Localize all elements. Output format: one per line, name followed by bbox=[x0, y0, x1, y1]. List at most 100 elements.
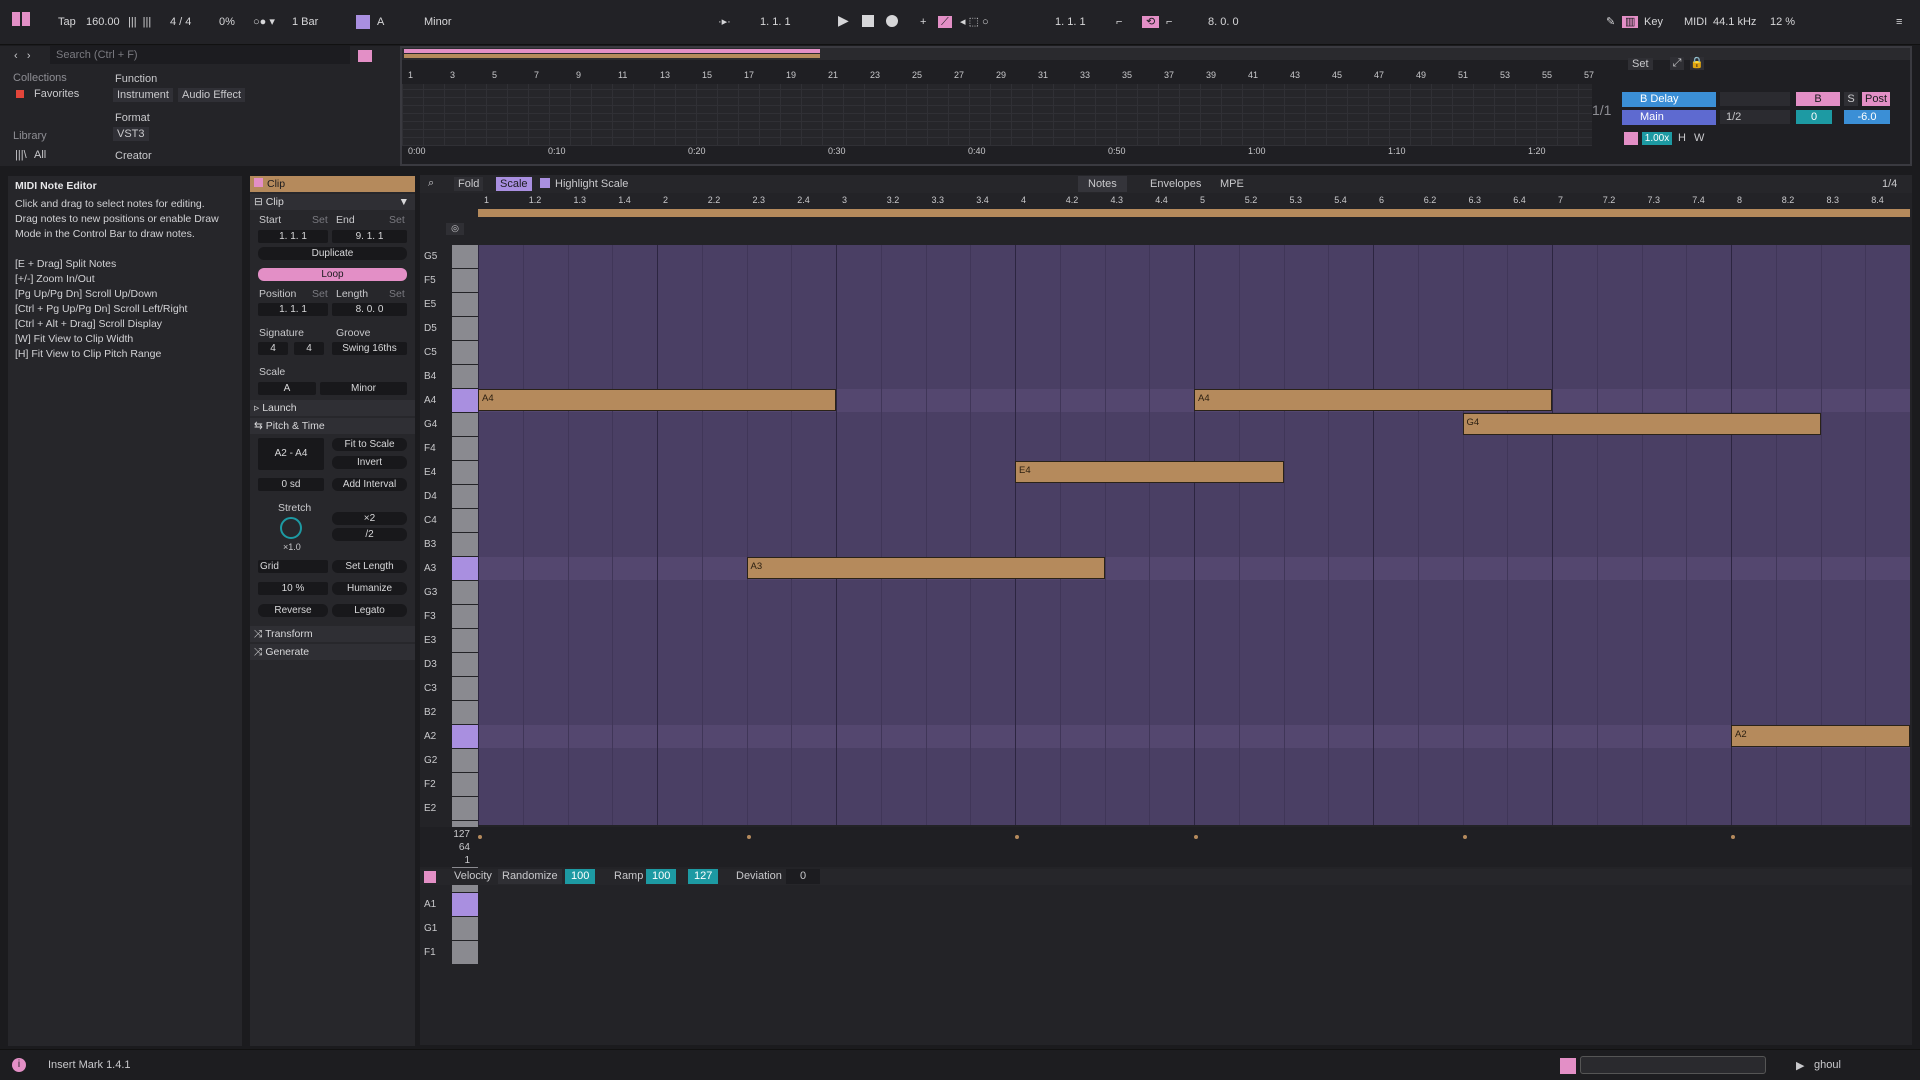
piano-key[interactable] bbox=[452, 437, 478, 460]
loop-start[interactable]: 1. 1. 1 bbox=[1055, 14, 1086, 31]
velocity-mark[interactable] bbox=[1731, 835, 1735, 839]
metronome-icon[interactable]: ||| ||| bbox=[128, 14, 151, 31]
piano-key[interactable] bbox=[452, 293, 478, 316]
velocity-mark[interactable] bbox=[1194, 835, 1198, 839]
play-icon[interactable]: ▶ bbox=[838, 12, 849, 29]
piano-key[interactable] bbox=[452, 917, 478, 940]
midi-note[interactable]: G4 bbox=[1462, 413, 1821, 435]
loop-bar[interactable] bbox=[478, 209, 1910, 217]
track-main-pan[interactable]: -6.0 bbox=[1844, 110, 1890, 124]
song-position[interactable]: 1. 1. 1 bbox=[760, 14, 791, 31]
library-all-item[interactable]: All bbox=[34, 149, 46, 161]
set-length-button[interactable]: Set Length bbox=[332, 560, 407, 573]
reverse-button[interactable]: Reverse bbox=[258, 604, 328, 617]
piano-key[interactable] bbox=[452, 461, 478, 484]
key-map-button[interactable]: Key bbox=[1644, 14, 1663, 31]
piano-key[interactable] bbox=[452, 413, 478, 436]
punch-out-icon[interactable]: ⌐ bbox=[1166, 14, 1172, 31]
punch-icons[interactable]: ◂ ⬚ ○ bbox=[960, 14, 989, 31]
expand-icon[interactable]: ⤢ bbox=[1670, 57, 1684, 70]
groove-select[interactable]: Swing 16ths bbox=[332, 342, 407, 355]
function-filter[interactable]: Function bbox=[115, 73, 157, 85]
creator-filter[interactable]: Creator bbox=[115, 150, 152, 162]
piano-key[interactable] bbox=[452, 605, 478, 628]
piano-key[interactable] bbox=[452, 701, 478, 724]
note-grid[interactable]: A4 A4 G4 E4 A3 A2 bbox=[478, 245, 1910, 825]
search-icon[interactable]: ⌕ bbox=[428, 177, 434, 190]
swing-field[interactable]: 0% bbox=[219, 14, 235, 31]
zoom-field[interactable]: 1.00x bbox=[1642, 132, 1672, 145]
piano-key[interactable] bbox=[452, 773, 478, 796]
instrument-tag[interactable]: Instrument bbox=[113, 88, 173, 102]
humanize-amount[interactable]: 10 % bbox=[258, 582, 328, 595]
end-field[interactable]: 9. 1. 1 bbox=[332, 230, 407, 243]
quantize-select[interactable]: 1 Bar bbox=[292, 14, 318, 31]
info-icon[interactable]: i bbox=[12, 1058, 26, 1072]
piano-key[interactable] bbox=[452, 749, 478, 772]
filter-icon[interactable] bbox=[358, 50, 372, 62]
duplicate-button[interactable]: Duplicate bbox=[258, 247, 407, 260]
track-main-route[interactable]: 1/2 bbox=[1720, 110, 1790, 124]
beat-ruler[interactable]: 1 1.2 1.3 1.4 2 2.2 2.3 2.4 3 3.2 3.3 3.4 4 4.2 4.3 4.4… bbox=[478, 195, 1910, 209]
fold-button[interactable]: Fold bbox=[454, 177, 484, 191]
scale-button[interactable]: Scale bbox=[496, 177, 532, 191]
track-b-route[interactable] bbox=[1720, 92, 1790, 106]
randomize-amount[interactable]: 100 bbox=[565, 869, 596, 884]
key-icon[interactable] bbox=[356, 14, 370, 31]
add-interval-button[interactable]: Add Interval bbox=[332, 478, 407, 491]
midi-note[interactable]: A4 bbox=[1194, 389, 1552, 411]
stop-icon[interactable] bbox=[862, 15, 874, 32]
midi-note[interactable]: E4 bbox=[1015, 461, 1284, 483]
automation-arm-icon[interactable]: ⟋ bbox=[938, 14, 952, 31]
velocity-lane[interactable]: 127 64 1 bbox=[420, 827, 1912, 867]
invert-button[interactable]: Invert bbox=[332, 456, 407, 469]
humanize-button[interactable]: Humanize bbox=[332, 582, 407, 595]
preview-icon[interactable]: ◎ bbox=[446, 223, 464, 235]
tab-envelopes[interactable]: Envelopes bbox=[1140, 176, 1211, 192]
position-set-button[interactable]: Set bbox=[312, 288, 328, 300]
set-button[interactable]: Set bbox=[1628, 58, 1653, 70]
fit-to-scale-button[interactable]: Fit to Scale bbox=[332, 438, 407, 451]
piano-key[interactable] bbox=[452, 557, 478, 580]
velocity-mark[interactable] bbox=[1462, 835, 1467, 839]
punch-in-icon[interactable]: ⌐ bbox=[1116, 14, 1122, 31]
ramp-start[interactable]: 100 bbox=[646, 869, 677, 884]
deviation-field[interactable]: 0 bbox=[786, 869, 821, 884]
status-input[interactable] bbox=[1580, 1056, 1766, 1074]
keyboard-map-icon[interactable]: ▥ bbox=[1622, 14, 1639, 31]
interval-field[interactable]: 0 sd bbox=[258, 478, 324, 491]
track-b-mute[interactable]: B bbox=[1796, 92, 1840, 106]
bar-ruler[interactable]: 1 3 5 7 9 11 13 15 17 19 21 23 25 27 29 31 33 35 37 39 41 43 4… bbox=[402, 70, 1602, 84]
velocity-marks[interactable] bbox=[478, 827, 1910, 867]
track-main-volume[interactable]: 0 bbox=[1796, 110, 1832, 124]
piano-key[interactable] bbox=[452, 653, 478, 676]
menu-icon[interactable]: ≡ bbox=[1896, 14, 1902, 31]
midi-note[interactable]: A3 bbox=[746, 557, 1105, 579]
piano-keys[interactable]: G5 F5 E5 D5 C5 B4 A4 G4 F4 E4 D4 C4 B3 A3 G3 F3 E3 D3 C3 B2… bbox=[420, 245, 478, 964]
piano-key[interactable] bbox=[452, 797, 478, 820]
record-icon[interactable] bbox=[886, 15, 898, 32]
midi-map-button[interactable]: MIDI bbox=[1684, 14, 1707, 31]
piano-key[interactable] bbox=[452, 941, 478, 964]
favorites-item[interactable]: Favorites bbox=[34, 88, 79, 100]
piano-key[interactable] bbox=[452, 317, 478, 340]
tab-mpe[interactable]: MPE bbox=[1210, 176, 1254, 192]
grid-select[interactable]: Grid bbox=[258, 560, 328, 573]
vst3-tag[interactable]: VST3 bbox=[113, 127, 149, 141]
clip-section[interactable]: ⊟ Clip ▼ bbox=[250, 194, 415, 210]
loop-button[interactable]: Loop bbox=[258, 268, 407, 281]
tap-button[interactable]: Tap bbox=[58, 14, 76, 31]
scale-root-select[interactable]: A bbox=[258, 382, 316, 395]
piano-key[interactable] bbox=[452, 629, 478, 652]
key-root-select[interactable]: A bbox=[377, 14, 384, 31]
pitch-time-section[interactable]: ⇆ Pitch & Time bbox=[250, 418, 415, 434]
piano-key[interactable] bbox=[452, 533, 478, 556]
fit-height-button[interactable]: H bbox=[1678, 132, 1686, 144]
stretch-knob[interactable] bbox=[280, 517, 302, 539]
tempo-field[interactable]: 160.00 bbox=[86, 14, 120, 31]
piano-key[interactable] bbox=[452, 245, 478, 268]
velocity-mark[interactable] bbox=[746, 835, 751, 839]
start-set-button[interactable]: Set bbox=[312, 214, 328, 226]
signature-numerator[interactable]: 4 bbox=[258, 342, 288, 355]
back-forward-icons[interactable]: ‹ › bbox=[14, 50, 31, 62]
